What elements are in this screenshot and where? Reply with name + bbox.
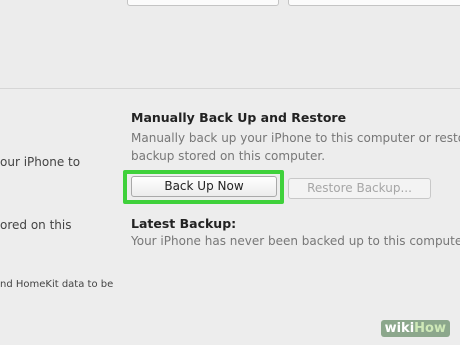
restore-backup-button[interactable]: Restore Backup... bbox=[288, 178, 431, 199]
left-option-text-1: our iPhone to bbox=[0, 155, 81, 169]
manual-backup-desc-1: Manually back up your iPhone to this com… bbox=[131, 131, 460, 145]
latest-backup-desc: Your iPhone has never been backed up to … bbox=[131, 234, 460, 248]
watermark-how: How bbox=[414, 321, 446, 336]
watermark-wiki: wiki bbox=[384, 321, 415, 336]
top-button-right[interactable] bbox=[288, 0, 460, 6]
manual-backup-title: Manually Back Up and Restore bbox=[131, 110, 347, 125]
wikihow-watermark: wikiHow bbox=[380, 320, 450, 337]
back-up-now-button[interactable]: Back Up Now bbox=[131, 176, 277, 197]
top-section bbox=[0, 0, 460, 89]
top-button-left[interactable] bbox=[127, 0, 279, 6]
manual-backup-desc-2: backup stored on this computer. bbox=[131, 149, 326, 163]
left-option-text-2: ored on this bbox=[0, 218, 72, 232]
left-option-text-3: nd HomeKit data to be bbox=[0, 279, 114, 290]
latest-backup-title: Latest Backup: bbox=[131, 216, 237, 231]
